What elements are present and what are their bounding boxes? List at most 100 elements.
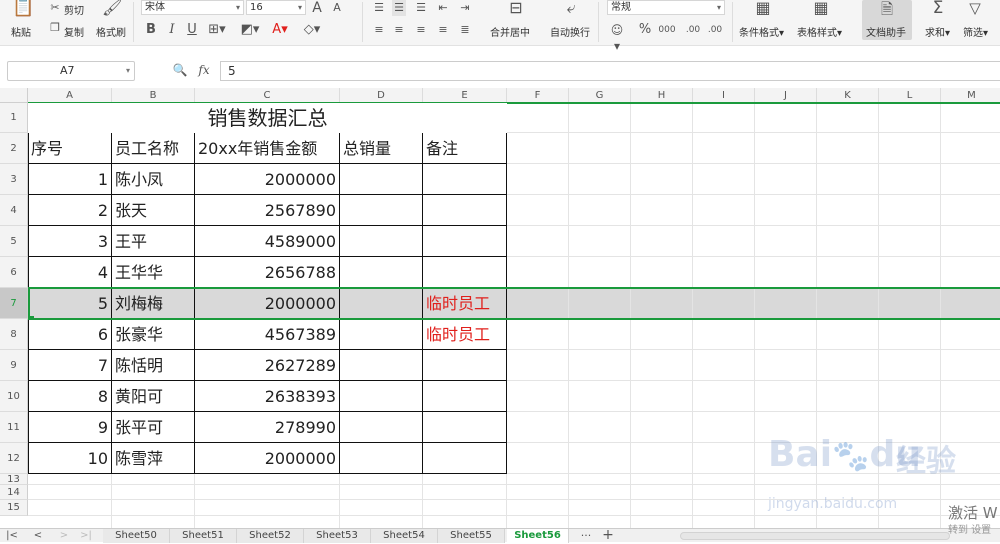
data-cell-note[interactable] xyxy=(423,350,506,380)
indent-increase-icon[interactable]: ⇥ xyxy=(458,0,472,16)
header-cell[interactable]: 20xx年销售金额 xyxy=(195,133,339,163)
add-sheet-icon[interactable]: + xyxy=(600,527,616,543)
column-header-m[interactable]: M xyxy=(941,88,1000,103)
data-cell-total[interactable] xyxy=(340,381,422,411)
sheet-title[interactable]: 销售数据汇总 xyxy=(28,103,507,133)
row-header-7[interactable]: 7 xyxy=(0,288,28,319)
font-size-select[interactable]: 16 ▾ xyxy=(246,0,306,15)
data-cell-total[interactable] xyxy=(340,412,422,442)
clear-format-icon[interactable]: ◇▾ xyxy=(302,22,322,38)
data-cell-name[interactable]: 黄阳可 xyxy=(112,381,194,411)
row-header-4[interactable]: 4 xyxy=(0,195,28,226)
align-top-icon[interactable]: ☰ xyxy=(372,0,386,16)
fill-color-icon[interactable]: ◩▾ xyxy=(240,22,260,38)
font-name-select[interactable]: 宋体 ▾ xyxy=(141,0,244,15)
data-cell-id[interactable]: 4 xyxy=(28,257,111,287)
data-cell-name[interactable]: 刘梅梅 xyxy=(112,288,194,318)
number-format-select[interactable]: 常规 ▾ xyxy=(607,0,725,15)
data-cell-note[interactable] xyxy=(423,164,506,194)
table-style-button[interactable]: 表格样式▾ xyxy=(797,24,842,39)
data-cell-id[interactable]: 3 xyxy=(28,226,111,256)
data-cell-note[interactable] xyxy=(423,257,506,287)
column-header-k[interactable]: K xyxy=(817,88,879,103)
data-cell-name[interactable]: 陈雪萍 xyxy=(112,443,194,473)
row-header-11[interactable]: 11 xyxy=(0,412,28,443)
conditional-format-icon[interactable]: ▦ xyxy=(752,0,774,16)
data-cell-total[interactable] xyxy=(340,195,422,225)
sheet-tab-sheet53[interactable]: Sheet53 xyxy=(304,529,371,543)
data-cell-note[interactable] xyxy=(423,381,506,411)
bold-button[interactable]: B xyxy=(144,22,158,38)
format-painter-button[interactable]: 格式刷 xyxy=(96,24,126,39)
header-cell[interactable]: 总销量 xyxy=(340,133,422,163)
column-header-i[interactable]: I xyxy=(693,88,755,103)
data-cell-name[interactable]: 王华华 xyxy=(112,257,194,287)
data-cell-name[interactable]: 王平 xyxy=(112,226,194,256)
data-cell-amount[interactable]: 2656788 xyxy=(195,257,339,287)
row-header-10[interactable]: 10 xyxy=(0,381,28,412)
wrap-text-button[interactable]: 自动换行 xyxy=(550,24,590,39)
sum-icon[interactable]: Σ xyxy=(928,0,948,17)
data-cell-amount[interactable]: 4589000 xyxy=(195,226,339,256)
align-bottom-icon[interactable]: ☰ xyxy=(414,0,428,16)
data-cell-id[interactable]: 8 xyxy=(28,381,111,411)
row-header-9[interactable]: 9 xyxy=(0,350,28,381)
data-cell-total[interactable] xyxy=(340,443,422,473)
format-painter-icon[interactable]: 🖌 xyxy=(102,0,122,16)
conditional-format-button[interactable]: 条件格式▾ xyxy=(739,24,784,39)
increase-decimal-button[interactable]: .00 xyxy=(684,22,702,38)
data-cell-total[interactable] xyxy=(340,288,422,318)
indent-decrease-icon[interactable]: ⇤ xyxy=(436,0,450,16)
justify-icon[interactable]: ≡ xyxy=(436,22,450,38)
data-cell-amount[interactable]: 2638393 xyxy=(195,381,339,411)
data-cell-note[interactable]: 临时员工 xyxy=(423,319,506,349)
data-cell-total[interactable] xyxy=(340,257,422,287)
data-cell-id[interactable]: 5 xyxy=(28,288,111,318)
scissors-icon[interactable]: ✂ xyxy=(48,0,62,16)
currency-icon[interactable]: ☺▾ xyxy=(608,22,626,54)
row-header-13[interactable]: 13 xyxy=(0,474,28,485)
data-cell-id[interactable]: 6 xyxy=(28,319,111,349)
sheet-tab-sheet51[interactable]: Sheet51 xyxy=(170,529,237,543)
align-right-icon[interactable]: ≡ xyxy=(414,22,428,38)
italic-button[interactable]: I xyxy=(166,22,178,38)
data-cell-id[interactable]: 7 xyxy=(28,350,111,380)
percent-button[interactable]: % xyxy=(638,22,652,38)
data-cell-id[interactable]: 10 xyxy=(28,443,111,473)
copy-icon[interactable]: ❐ xyxy=(48,20,62,36)
data-cell-name[interactable]: 张天 xyxy=(112,195,194,225)
header-cell[interactable]: 备注 xyxy=(423,133,506,163)
underline-button[interactable]: U xyxy=(186,22,198,38)
distributed-icon[interactable]: ≣ xyxy=(458,22,472,38)
align-left-icon[interactable]: ≡ xyxy=(372,22,386,38)
data-cell-total[interactable] xyxy=(340,319,422,349)
font-color-button[interactable]: A▾ xyxy=(270,22,290,38)
data-cell-note[interactable] xyxy=(423,195,506,225)
data-cell-name[interactable]: 张豪华 xyxy=(112,319,194,349)
row-header-12[interactable]: 12 xyxy=(0,443,28,474)
data-cell-amount[interactable]: 4567389 xyxy=(195,319,339,349)
data-cell-amount[interactable]: 2000000 xyxy=(195,288,339,318)
column-header-d[interactable]: D xyxy=(340,88,423,103)
row-header-14[interactable]: 14 xyxy=(0,485,28,500)
column-header-l[interactable]: L xyxy=(879,88,941,103)
data-cell-total[interactable] xyxy=(340,350,422,380)
paste-button[interactable]: 粘贴 xyxy=(11,24,31,39)
row-header-1[interactable]: 1 xyxy=(0,103,28,133)
border-icon[interactable]: ⊞▾ xyxy=(208,22,226,38)
copy-button[interactable]: 复制 xyxy=(64,24,84,39)
data-cell-name[interactable]: 陈小凤 xyxy=(112,164,194,194)
row-header-2[interactable]: 2 xyxy=(0,133,28,164)
fx-icon[interactable]: fx xyxy=(196,62,212,78)
sheet-tab-sheet54[interactable]: Sheet54 xyxy=(371,529,438,543)
merge-center-button[interactable]: 合并居中 xyxy=(490,24,530,39)
row-header-6[interactable]: 6 xyxy=(0,257,28,288)
data-cell-name[interactable]: 张平可 xyxy=(112,412,194,442)
zoom-formula-icon[interactable]: 🔍 xyxy=(172,62,188,78)
data-cell-total[interactable] xyxy=(340,226,422,256)
data-cell-id[interactable]: 9 xyxy=(28,412,111,442)
column-header-f[interactable]: F xyxy=(507,88,569,103)
formula-input[interactable]: 5 xyxy=(220,61,1000,81)
column-header-c[interactable]: C xyxy=(195,88,340,103)
row-header-3[interactable]: 3 xyxy=(0,164,28,195)
